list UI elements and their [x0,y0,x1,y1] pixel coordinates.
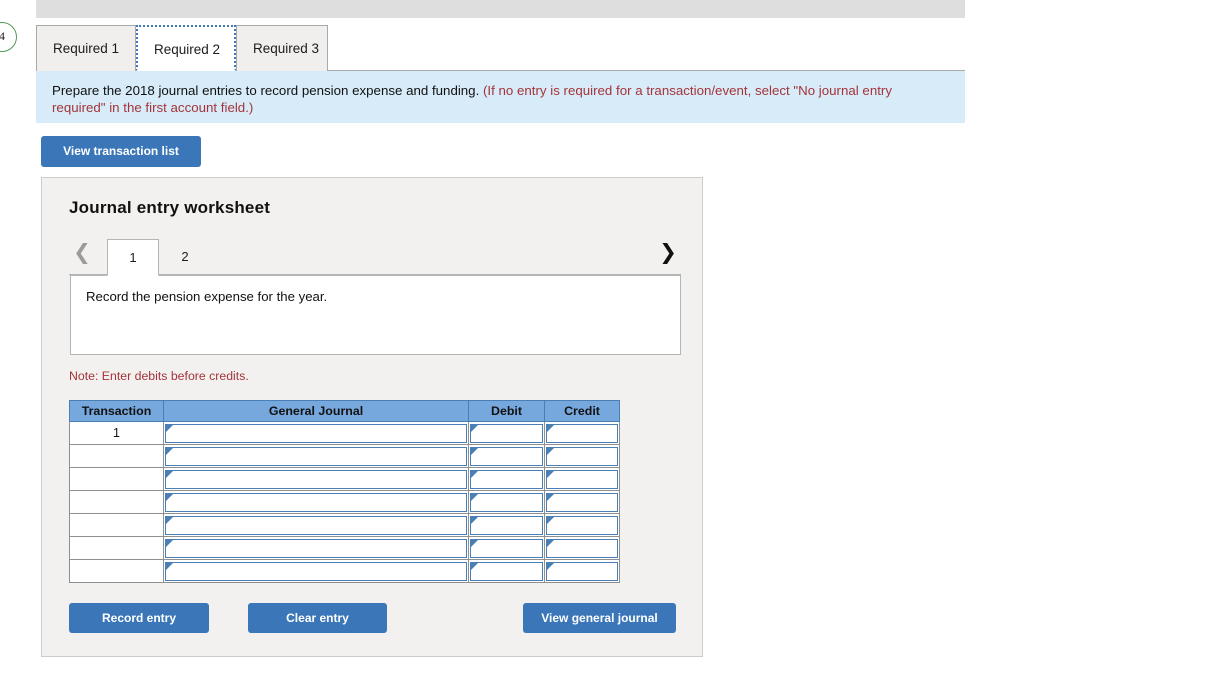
debit-input[interactable] [470,515,543,535]
column-header-general-journal: General Journal [163,400,469,422]
transaction-number-cell [69,490,164,514]
credit-input[interactable] [546,515,618,535]
debit-input-cell[interactable] [468,444,545,468]
column-header-debit: Debit [468,400,545,422]
credit-input-cell[interactable] [544,513,620,537]
general-journal-input[interactable] [165,423,467,443]
worksheet-title: Journal entry worksheet [69,198,271,217]
general-journal-input[interactable] [165,515,467,535]
debits-before-credits-note: Note: Enter debits before credits. [69,369,249,383]
credit-input-cell[interactable] [544,490,620,514]
transaction-number-cell [69,559,164,583]
credit-input[interactable] [546,469,618,489]
debit-input[interactable] [470,469,543,489]
general-journal-input[interactable] [165,492,467,512]
credit-input-cell[interactable] [544,421,620,445]
column-header-transaction: Transaction [69,400,164,422]
debit-input-cell[interactable] [468,559,545,583]
transaction-number-cell [69,513,164,537]
question-number-badge: 4 [0,22,17,52]
general-journal-input-cell[interactable] [163,421,469,445]
credit-input-cell[interactable] [544,536,620,560]
credit-input-cell[interactable] [544,559,620,583]
chevron-right-icon[interactable]: ❯ [655,239,681,269]
debit-input[interactable] [470,492,543,512]
general-journal-input[interactable] [165,469,467,489]
worksheet-pager: ❮ 1 2 ❯ [69,234,681,276]
view-transaction-list-button[interactable]: View transaction list [41,136,201,167]
general-journal-input[interactable] [165,561,467,581]
table-row [69,490,620,514]
debit-input-cell[interactable] [468,467,545,491]
debit-input[interactable] [470,561,543,581]
general-journal-input-cell[interactable] [163,490,469,514]
tab-required-2[interactable]: Required 2 [136,25,236,71]
general-journal-input-cell[interactable] [163,536,469,560]
instruction-banner: Prepare the 2018 journal entries to reco… [36,71,965,123]
debit-input-cell[interactable] [468,490,545,514]
transaction-number-cell [69,444,164,468]
clear-entry-button[interactable]: Clear entry [248,603,387,633]
general-journal-input-cell[interactable] [163,513,469,537]
journal-entry-worksheet-panel: Journal entry worksheet ❮ 1 2 ❯ Record t… [41,177,703,657]
table-row [69,536,620,560]
debit-input-cell[interactable] [468,421,545,445]
table-row [69,559,620,583]
column-header-credit: Credit [544,400,620,422]
debit-input-cell[interactable] [468,513,545,537]
view-general-journal-button[interactable]: View general journal [523,603,676,633]
table-row [69,513,620,537]
transaction-number-cell: 1 [69,421,164,445]
credit-input[interactable] [546,492,618,512]
worksheet-page-tab-1[interactable]: 1 [107,239,159,276]
credit-input[interactable] [546,561,618,581]
tab-required-1[interactable]: Required 1 [36,25,136,71]
instruction-main-text: Prepare the 2018 journal entries to reco… [52,83,480,98]
transaction-number-cell [69,467,164,491]
entry-description-box: Record the pension expense for the year. [70,275,681,355]
table-row [69,444,620,468]
general-journal-input-cell[interactable] [163,467,469,491]
table-header-row: Transaction General Journal Debit Credit [69,400,620,422]
tab-required-3[interactable]: Required 3 [236,25,328,71]
entry-description-text: Record the pension expense for the year. [86,289,328,304]
record-entry-button[interactable]: Record entry [69,603,209,633]
question-number-label: 4 [0,22,17,52]
credit-input[interactable] [546,423,618,443]
transaction-number-cell [69,536,164,560]
journal-table-body: 1 [69,421,620,583]
table-row [69,467,620,491]
debit-input-cell[interactable] [468,536,545,560]
general-journal-input[interactable] [165,538,467,558]
credit-input[interactable] [546,446,618,466]
worksheet-page-tab-2[interactable]: 2 [159,239,211,276]
required-tab-bar: Required 1 Required 2 Required 3 [36,25,965,71]
top-gray-bar [36,0,965,18]
debit-input[interactable] [470,446,543,466]
credit-input-cell[interactable] [544,444,620,468]
general-journal-input[interactable] [165,446,467,466]
general-journal-input-cell[interactable] [163,444,469,468]
journal-entry-table: Transaction General Journal Debit Credit… [69,400,620,583]
general-journal-input-cell[interactable] [163,559,469,583]
debit-input[interactable] [470,423,543,443]
table-row: 1 [69,421,620,445]
credit-input[interactable] [546,538,618,558]
chevron-left-icon[interactable]: ❮ [69,239,95,269]
credit-input-cell[interactable] [544,467,620,491]
debit-input[interactable] [470,538,543,558]
